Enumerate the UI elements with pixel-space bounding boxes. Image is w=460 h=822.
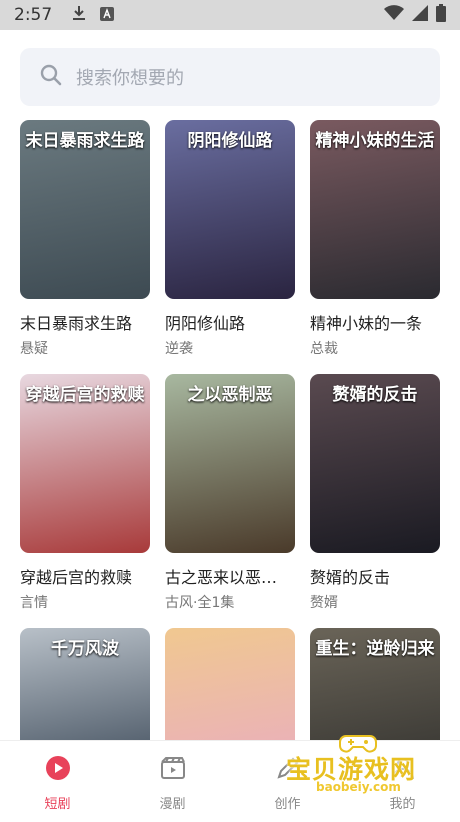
download-icon (72, 5, 86, 25)
drama-name[interactable]: 穿越后宫的救赎 (20, 564, 150, 588)
search-input[interactable]: 搜索你想要的 (20, 48, 440, 106)
play-circle-icon (45, 755, 71, 785)
status-bar: 2:57 (0, 0, 460, 30)
drama-card[interactable]: 阴阳修仙路 阴阳修仙路 逆袭 (165, 120, 295, 358)
drama-cover-image[interactable]: 精神小妹的生活 (310, 120, 440, 299)
drama-card[interactable]: 之以恶制恶古之恶来以恶… 古风·全1集 (165, 374, 295, 612)
drama-tag: 逆袭 (165, 341, 193, 357)
drama-cover-title: 末日暴雨求生路 (25, 131, 145, 151)
drama-cover-image[interactable]: 赘婿的反击 (310, 374, 440, 553)
drama-card[interactable]: 末日暴雨求生路 末日暴雨求生路 悬疑 (20, 120, 150, 358)
drama-card[interactable]: 穿越后宫的救赎 穿越后宫的救赎 言情 (20, 374, 150, 612)
drama-cover-title: 之以恶制恶 (187, 385, 273, 405)
drama-cover-title: 穿越后宫的救赎 (25, 385, 145, 405)
drama-cover-image[interactable]: 末日暴雨求生路 (20, 120, 150, 299)
drama-tag: 古风·全1集 (165, 595, 235, 611)
watermark-url: baobeiy.com (316, 780, 401, 794)
app-a-icon (100, 6, 115, 25)
watermark: 宝贝游戏网 baobeiy.com (278, 730, 448, 800)
drama-tag: 赘婿 (310, 595, 338, 611)
drama-tag: 言情 (20, 595, 48, 611)
drama-name[interactable]: 赘婿的反击 (310, 564, 440, 588)
drama-cover-title: 赘婿的反击 (332, 385, 418, 405)
drama-cover-image[interactable]: 之以恶制恶 (165, 374, 295, 553)
drama-cover-image[interactable]: 穿越后宫的救赎 (20, 374, 150, 553)
drama-card[interactable]: 赘婿的反击 赘婿的反击 赘婿 (310, 374, 440, 612)
status-time: 2:57 (14, 5, 53, 25)
drama-name[interactable]: 精神小妹的一条 (310, 310, 440, 334)
drama-name[interactable]: 古之恶来以恶… (165, 564, 295, 588)
drama-tag: 总裁 (310, 341, 338, 357)
tab-1[interactable]: 短剧 (0, 741, 115, 817)
battery-icon (436, 4, 446, 26)
clapper-icon (160, 755, 186, 785)
drama-tag: 悬疑 (20, 341, 48, 357)
drama-cover-title: 千万风波 (51, 639, 119, 659)
tab-label: 短剧 (44, 797, 71, 812)
drama-cover-image[interactable]: 阴阳修仙路 (165, 120, 295, 299)
tab-label: 漫剧 (159, 797, 186, 812)
drama-cover-title: 重生：逆龄归来 (315, 639, 435, 659)
search-icon (40, 64, 62, 90)
drama-cover-title: 精神小妹的生活 (315, 131, 435, 151)
wifi-icon (384, 5, 404, 25)
drama-cover-title: 阴阳修仙路 (187, 131, 273, 151)
signal-icon (412, 5, 428, 25)
tab-2[interactable]: 漫剧 (115, 741, 230, 817)
search-placeholder: 搜索你想要的 (76, 68, 184, 89)
drama-card[interactable]: 精神小妹的生活精神小妹的一条总裁 (310, 120, 440, 358)
drama-name[interactable]: 阴阳修仙路 (165, 310, 295, 334)
drama-name[interactable]: 末日暴雨求生路 (20, 310, 150, 334)
